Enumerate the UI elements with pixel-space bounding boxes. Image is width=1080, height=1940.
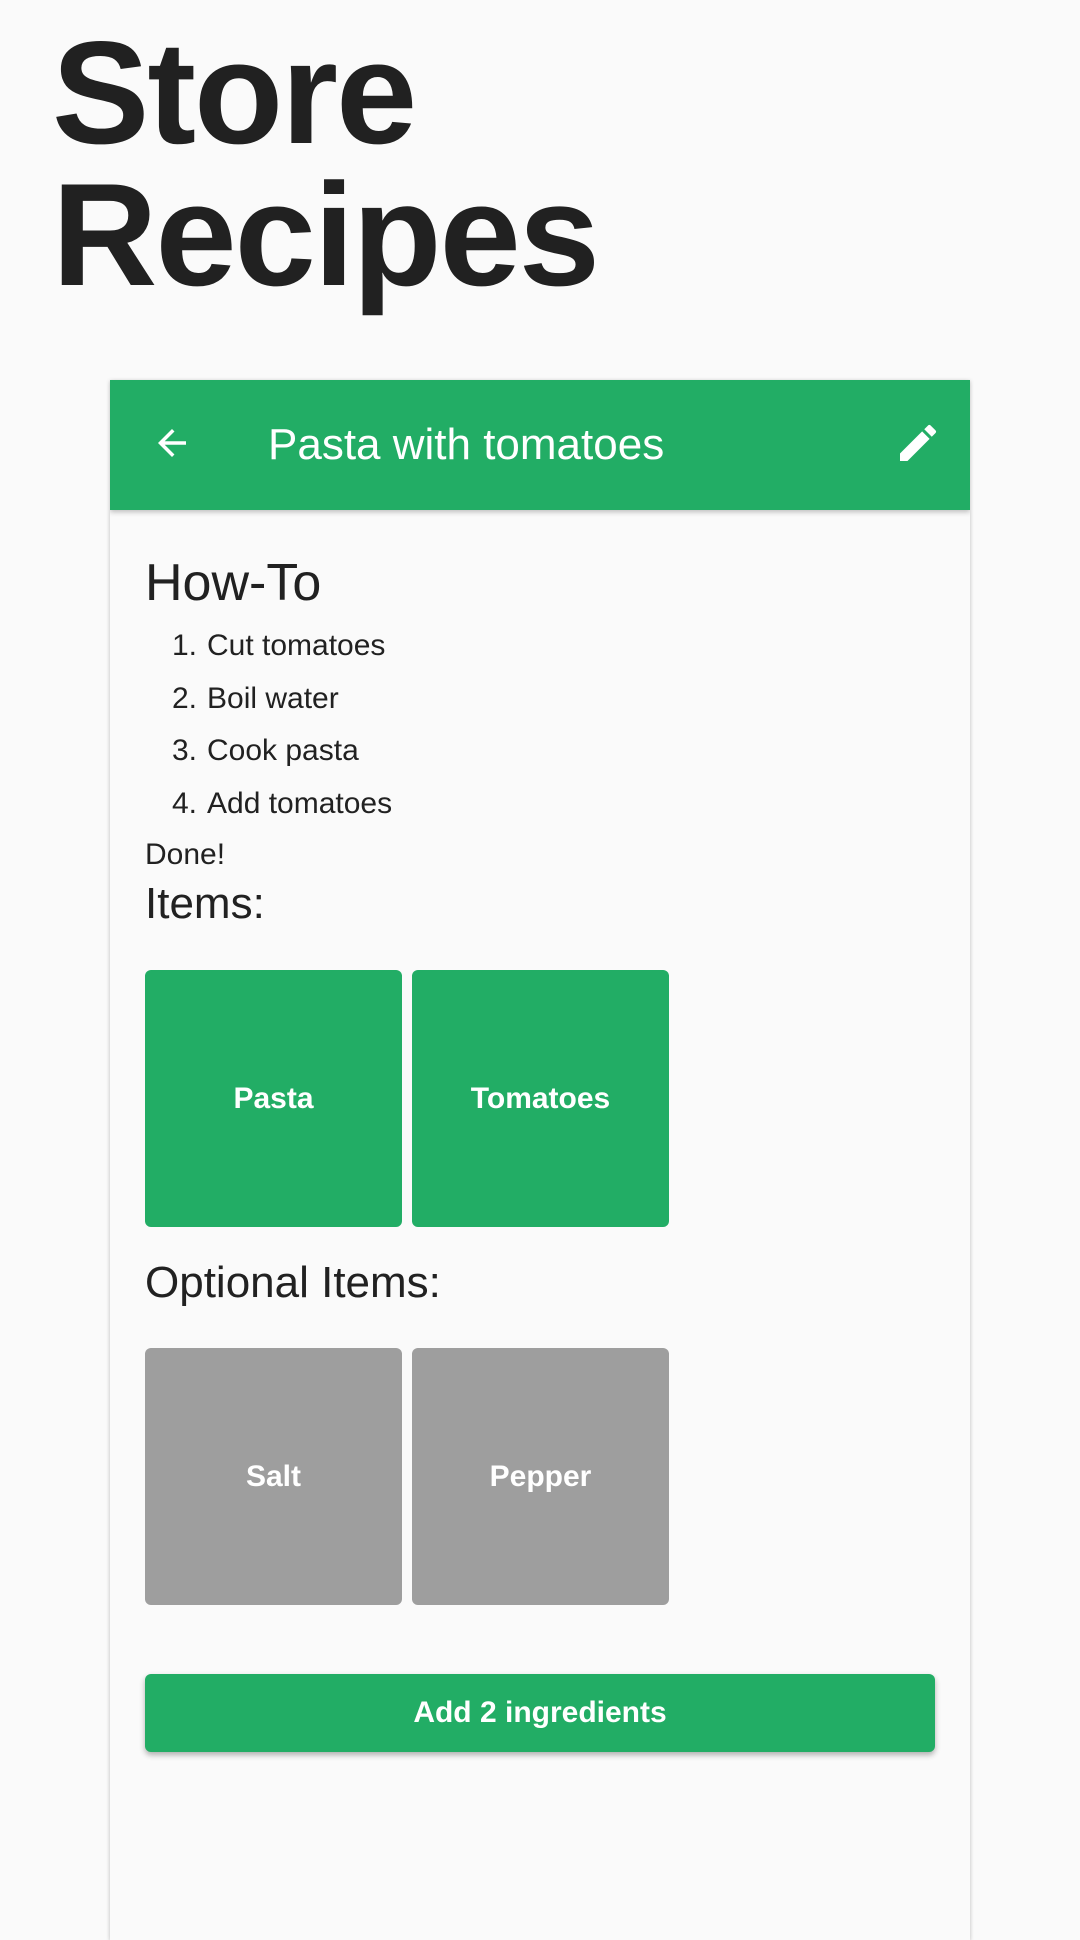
howto-step: 3. Cook pasta [145,725,392,778]
optional-item-tile-salt[interactable]: Salt [145,1348,402,1605]
page-title-line-2: Recipes [52,153,600,316]
step-number: 3. [171,734,197,767]
step-number: 4. [171,786,197,820]
optional-item-tile-pepper[interactable]: Pepper [412,1348,669,1605]
howto-step: 4. Add tomatoes [145,778,392,831]
add-ingredients-button[interactable]: Add 2 ingredients [145,1674,935,1752]
edit-button[interactable] [890,417,946,473]
tile-label: Salt [245,1459,302,1493]
item-tile-tomatoes[interactable]: Tomatoes [412,970,669,1227]
recipe-card: Pasta with tomatoes How-To 1. Cut tomatoe… [110,380,970,1940]
howto-heading: How-To [145,554,322,612]
optional-items-tiles: Salt Pepper [145,1348,669,1605]
howto-steps-list: 1. Cut tomatoes 2. Boil water 3. Cook pasta… [145,620,392,830]
items-heading: Items: [145,879,265,928]
step-number: 2. [171,681,197,715]
step-text: Add tomatoes [207,786,393,820]
page-title-line-1: Store [52,11,417,174]
tile-label: Pasta [233,1081,314,1115]
step-text: Boil water [207,681,339,715]
step-text: Cut tomatoes [207,629,386,662]
recipe-app-bar: Pasta with tomatoes [110,380,970,510]
item-tile-pasta[interactable]: Pasta [145,970,402,1227]
howto-step: 1. Cut tomatoes [145,620,392,673]
arrow-left-icon [151,422,193,469]
optional-items-heading: Optional Items: [145,1258,441,1307]
tile-label: Tomatoes [470,1081,611,1115]
page-title: Store Recipes [52,11,600,316]
items-tiles: Pasta Tomatoes [145,970,669,1227]
step-text: Cook pasta [207,734,359,767]
back-button[interactable] [144,417,200,473]
pencil-icon [894,419,942,472]
recipe-title: Pasta with tomatoes [268,420,665,469]
howto-step: 2. Boil water [145,673,392,726]
tile-label: Pepper [489,1459,592,1493]
step-number: 1. [171,629,197,662]
